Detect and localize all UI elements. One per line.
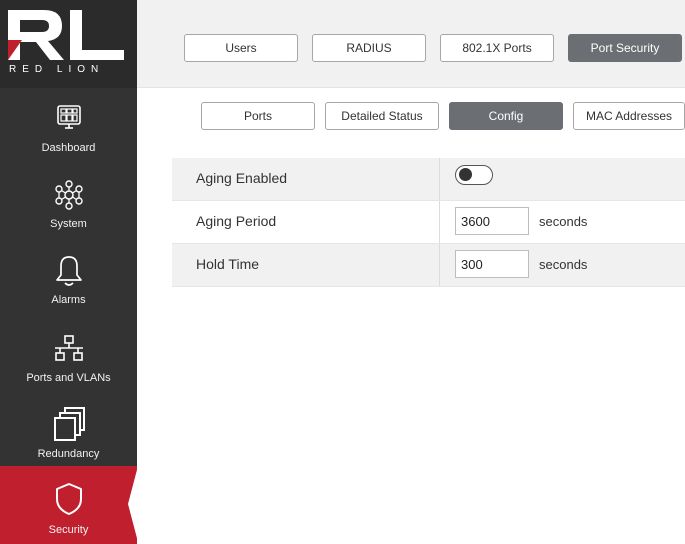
aging-period-row: Aging Period seconds bbox=[172, 201, 685, 244]
column-divider bbox=[439, 201, 440, 243]
toggle-knob bbox=[459, 168, 472, 181]
hold-time-input[interactable] bbox=[455, 250, 529, 278]
sidebar-item-label: Alarms bbox=[51, 294, 86, 306]
bell-icon bbox=[55, 256, 82, 286]
hold-time-row: Hold Time seconds bbox=[172, 244, 685, 287]
sidebar-item-label: Ports and VLANs bbox=[26, 372, 111, 384]
subtab-config[interactable]: Config bbox=[449, 102, 563, 130]
red-lion-logo: RED LION bbox=[0, 0, 137, 88]
subtab-detailed-status[interactable]: Detailed Status bbox=[325, 102, 439, 130]
column-divider bbox=[439, 158, 440, 200]
sidebar: RED LION Dashboard System Alarms Ports a… bbox=[0, 0, 138, 544]
sidebar-item-security[interactable]: Security bbox=[0, 466, 138, 544]
aging-enabled-toggle[interactable] bbox=[455, 165, 493, 185]
aging-period-unit: seconds bbox=[539, 214, 588, 229]
shield-icon bbox=[55, 483, 82, 515]
redundancy-icon bbox=[53, 407, 85, 441]
sidebar-item-label: Dashboard bbox=[41, 142, 96, 154]
sidebar-item-label: Security bbox=[48, 524, 89, 536]
aging-enabled-label: Aging Enabled bbox=[196, 170, 288, 186]
aging-period-label: Aging Period bbox=[196, 213, 277, 229]
logo-text: RED LION bbox=[9, 64, 105, 75]
system-icon bbox=[54, 180, 83, 210]
top-tab-bar: Users RADIUS 802.1X Ports Port Security bbox=[137, 0, 685, 88]
sidebar-item-label: System bbox=[50, 218, 87, 230]
tab-users[interactable]: Users bbox=[184, 34, 298, 62]
hold-time-label: Hold Time bbox=[196, 256, 260, 272]
sidebar-item-label: Redundancy bbox=[37, 448, 100, 460]
tab-port-security[interactable]: Port Security bbox=[568, 34, 682, 62]
logo-mark-icon bbox=[8, 10, 124, 60]
tab-802-1x-ports[interactable]: 802.1X Ports bbox=[440, 34, 554, 62]
sidebar-item-ports-and-vlans[interactable]: Ports and VLANs bbox=[0, 326, 137, 402]
tab-radius[interactable]: RADIUS bbox=[312, 34, 426, 62]
sidebar-item-dashboard[interactable]: Dashboard bbox=[0, 98, 137, 174]
network-icon bbox=[54, 335, 83, 361]
hold-time-unit: seconds bbox=[539, 257, 588, 272]
subtab-mac-addresses[interactable]: MAC Addresses bbox=[573, 102, 685, 130]
sidebar-item-alarms[interactable]: Alarms bbox=[0, 250, 137, 326]
sub-tab-bar: Ports Detailed Status Config MAC Address… bbox=[137, 89, 685, 143]
subtab-ports[interactable]: Ports bbox=[201, 102, 315, 130]
aging-period-input[interactable] bbox=[455, 207, 529, 235]
sidebar-item-system[interactable]: System bbox=[0, 174, 137, 250]
dashboard-icon bbox=[56, 105, 81, 129]
aging-enabled-row: Aging Enabled bbox=[172, 158, 685, 201]
column-divider bbox=[439, 244, 440, 286]
